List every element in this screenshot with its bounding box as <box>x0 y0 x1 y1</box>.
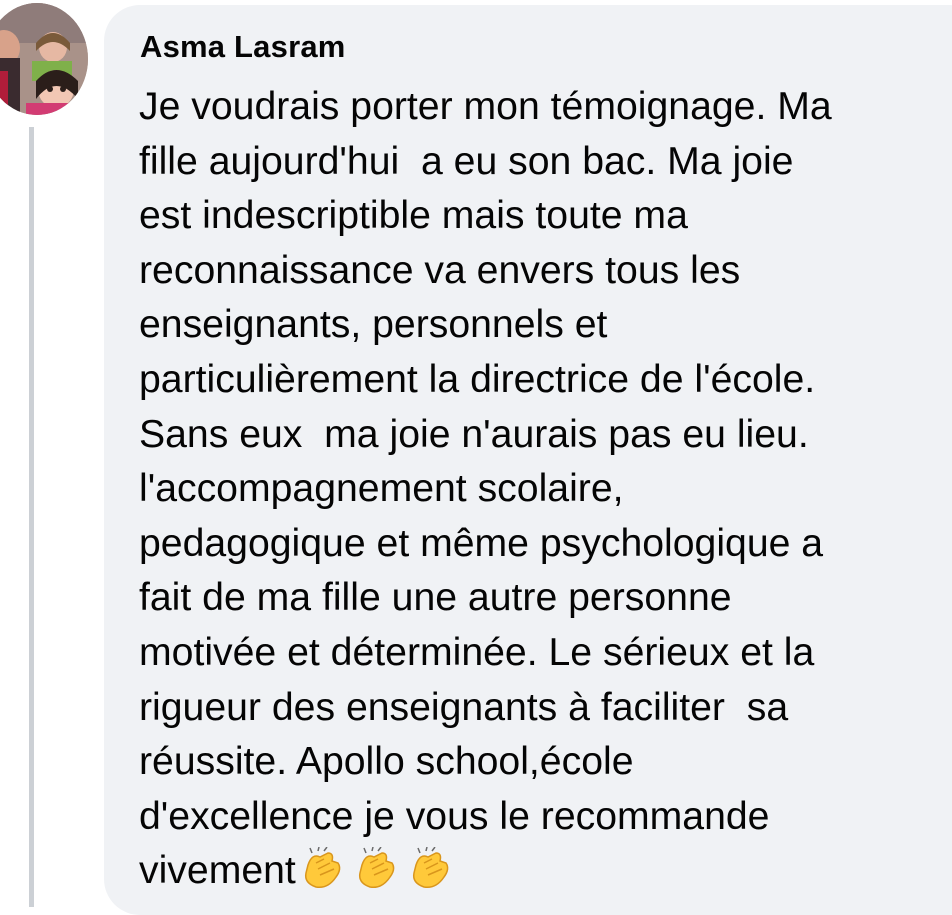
comment-line: enseignants, personnels et <box>139 303 608 347</box>
profile-photo <box>0 3 88 115</box>
reply-thread-line <box>29 127 34 907</box>
clapping-hands-icon <box>406 847 458 891</box>
comment-line: Je voudrais porter mon témoignage. Ma <box>139 85 832 128</box>
comment-text: Je voudrais porter mon témoignage. Ma fi… <box>139 80 949 899</box>
comment-line: fait de ma fille une autre personne <box>139 576 732 620</box>
comment-author[interactable]: Asma Lasram <box>140 29 346 65</box>
comment-line: reconnaissance va envers tous les <box>139 248 741 292</box>
comment-line: est indescriptible mais toute ma <box>139 194 688 238</box>
avatar[interactable] <box>0 3 88 115</box>
comment-line: motivée et déterminée. Le sérieux et la <box>139 630 815 674</box>
comment-line: pedagogique et même psychologique a <box>139 521 824 565</box>
comment-line: particulièrement la directrice de l'écol… <box>139 357 816 401</box>
comment-line: fille aujourd'hui a eu son bac. Ma joie <box>139 139 794 183</box>
comment-line: réussite. Apollo school,école <box>139 740 634 784</box>
comment-line: l'accompagnement scolaire, <box>139 467 624 511</box>
comment-line: rigueur des enseignants à faciliter sa <box>139 685 789 729</box>
clapping-hands-icon <box>298 847 350 891</box>
comment-line: Sans eux ma joie n'aurais pas eu lieu. <box>139 412 809 456</box>
comment-last-line: vivement <box>139 844 949 899</box>
comment-line: d'excellence je vous le recommande <box>139 794 770 838</box>
clapping-hands-icon <box>352 847 404 891</box>
comment-line: vivement <box>139 849 296 893</box>
